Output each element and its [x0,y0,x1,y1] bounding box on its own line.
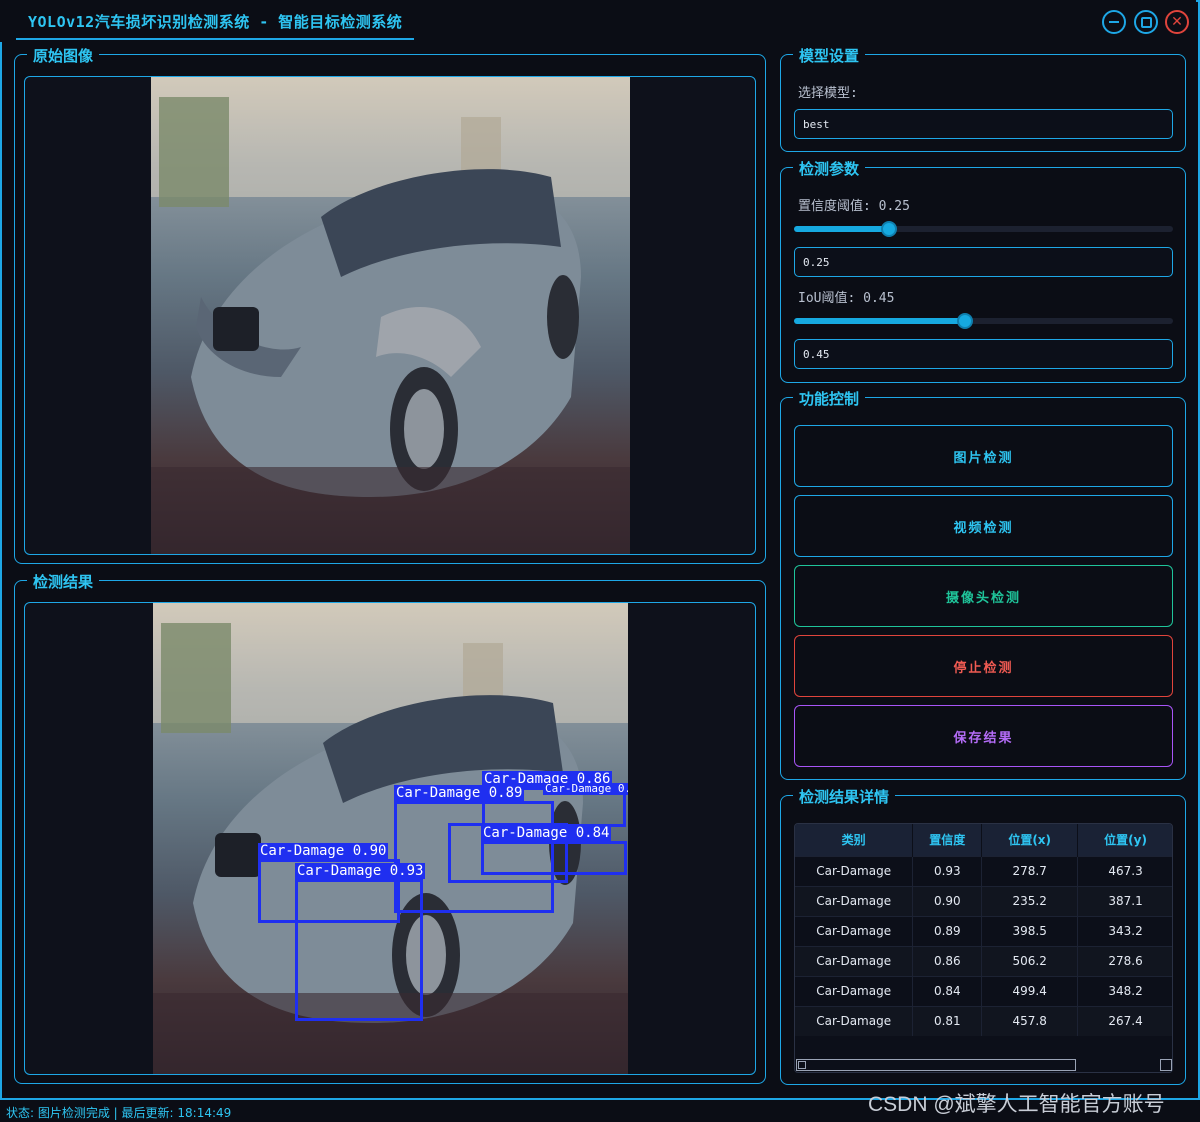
watermark: CSDN @斌擎人工智能官方账号 [868,1093,1165,1116]
cell-confidence: 0.93 [912,855,983,886]
cell-class: Car-Damage [795,915,914,946]
stop-detect-button[interactable]: 停止检测 [794,635,1173,697]
column-header-y[interactable]: 位置(y) [1077,824,1172,856]
scroll-left-icon[interactable] [798,1061,806,1069]
cell-y: 267.4 [1077,1005,1172,1036]
table-row[interactable]: Car-Damage 0.93 278.7 467.3 [795,855,1172,886]
window-title: YOLOv12汽车损坏识别检测系统 - 智能目标检测系统 [28,12,403,31]
original-car-photo [151,77,630,554]
detection-label: Car-Damage 0.84 [481,825,612,841]
iou-slider-handle[interactable] [957,313,973,329]
minimize-button[interactable] [1102,10,1126,34]
detection-label: Car-Damage 0.81 [543,783,628,795]
cell-y: 343.2 [1077,915,1172,946]
table-row[interactable]: Car-Damage 0.90 235.2 387.1 [795,885,1172,916]
table-row[interactable]: Car-Damage 0.84 499.4 348.2 [795,975,1172,1006]
table-horizontal-scrollbar[interactable] [796,1058,1172,1072]
cell-class: Car-Damage [795,1005,914,1036]
cell-confidence: 0.86 [912,945,983,976]
iou-slider-fill [794,318,965,324]
cell-class: Car-Damage [795,855,914,886]
column-header-x[interactable]: 位置(x) [981,824,1079,856]
cell-y: 348.2 [1077,975,1172,1006]
confidence-slider[interactable] [794,221,1173,237]
detection-result-title: 检测结果 [27,571,100,592]
select-model-label: 选择模型: [798,86,858,101]
close-button[interactable]: ✕ [1165,10,1189,34]
cell-class: Car-Damage [795,945,914,976]
cell-confidence: 0.84 [912,975,983,1006]
result-car-photo: Car-Damage 0.86 Car-Damage 0.81 Car-Dama… [153,603,628,1074]
cell-confidence: 0.89 [912,915,983,946]
scroll-right-icon[interactable] [1160,1059,1172,1071]
iou-label: IoU阈值: 0.45 [798,291,895,306]
video-detect-button[interactable]: 视频检测 [794,495,1173,557]
maximize-button[interactable] [1134,10,1158,34]
cell-class: Car-Damage [795,885,914,916]
iou-slider[interactable] [794,313,1173,329]
minimize-icon [1109,21,1119,23]
maximize-icon [1140,16,1152,28]
cell-confidence: 0.90 [912,885,983,916]
cell-x: 506.2 [981,945,1079,976]
detection-box [295,879,423,1021]
status-text: 状态: 图片检测完成 | 最后更新: 18:14:49 [6,1106,232,1120]
detection-label: Car-Damage 0.93 [295,863,426,879]
function-control-title: 功能控制 [793,388,866,409]
cell-x: 398.5 [981,915,1079,946]
image-detect-button[interactable]: 图片检测 [794,425,1173,487]
column-header-class[interactable]: 类别 [795,824,914,856]
save-result-button[interactable]: 保存结果 [794,705,1173,767]
confidence-label: 置信度阈值: 0.25 [798,199,910,214]
cell-x: 235.2 [981,885,1079,916]
result-image-frame: Car-Damage 0.86 Car-Damage 0.81 Car-Dama… [24,602,756,1075]
cell-y: 278.6 [1077,945,1172,976]
table-row[interactable]: Car-Damage 0.81 457.8 267.4 [795,1005,1172,1036]
confidence-input[interactable]: 0.25 [794,247,1173,277]
close-icon: ✕ [1171,14,1183,30]
result-table[interactable]: 类别 置信度 位置(x) 位置(y) Car-Damage 0.93 278.7… [794,823,1173,1073]
cell-confidence: 0.81 [912,1005,983,1036]
confidence-slider-handle[interactable] [881,221,897,237]
detection-box [481,841,627,875]
title-bar: YOLOv12汽车损坏识别检测系统 - 智能目标检测系统 ✕ [0,0,1196,42]
model-select[interactable]: best [794,109,1173,139]
cell-y: 467.3 [1077,855,1172,886]
column-header-confidence[interactable]: 置信度 [912,824,983,856]
iou-input[interactable]: 0.45 [794,339,1173,369]
table-row[interactable]: Car-Damage 0.89 398.5 343.2 [795,915,1172,946]
original-image-title: 原始图像 [27,45,100,66]
confidence-slider-fill [794,226,889,232]
cell-class: Car-Damage [795,975,914,1006]
title-tab: YOLOv12汽车损坏识别检测系统 - 智能目标检测系统 [16,4,415,40]
camera-detect-button[interactable]: 摄像头检测 [794,565,1173,627]
table-row[interactable]: Car-Damage 0.86 506.2 278.6 [795,945,1172,976]
original-image-frame [24,76,756,555]
cell-x: 278.7 [981,855,1079,886]
cell-y: 387.1 [1077,885,1172,916]
detection-label: Car-Damage 0.89 [394,785,525,801]
detection-label: Car-Damage 0.90 [258,843,389,859]
table-header-row: 类别 置信度 位置(x) 位置(y) [795,824,1172,856]
scrollbar-track[interactable] [796,1059,1076,1071]
model-settings-title: 模型设置 [793,45,866,66]
detection-params-title: 检测参数 [793,158,866,179]
result-details-title: 检测结果详情 [793,786,896,807]
cell-x: 457.8 [981,1005,1079,1036]
cell-x: 499.4 [981,975,1079,1006]
